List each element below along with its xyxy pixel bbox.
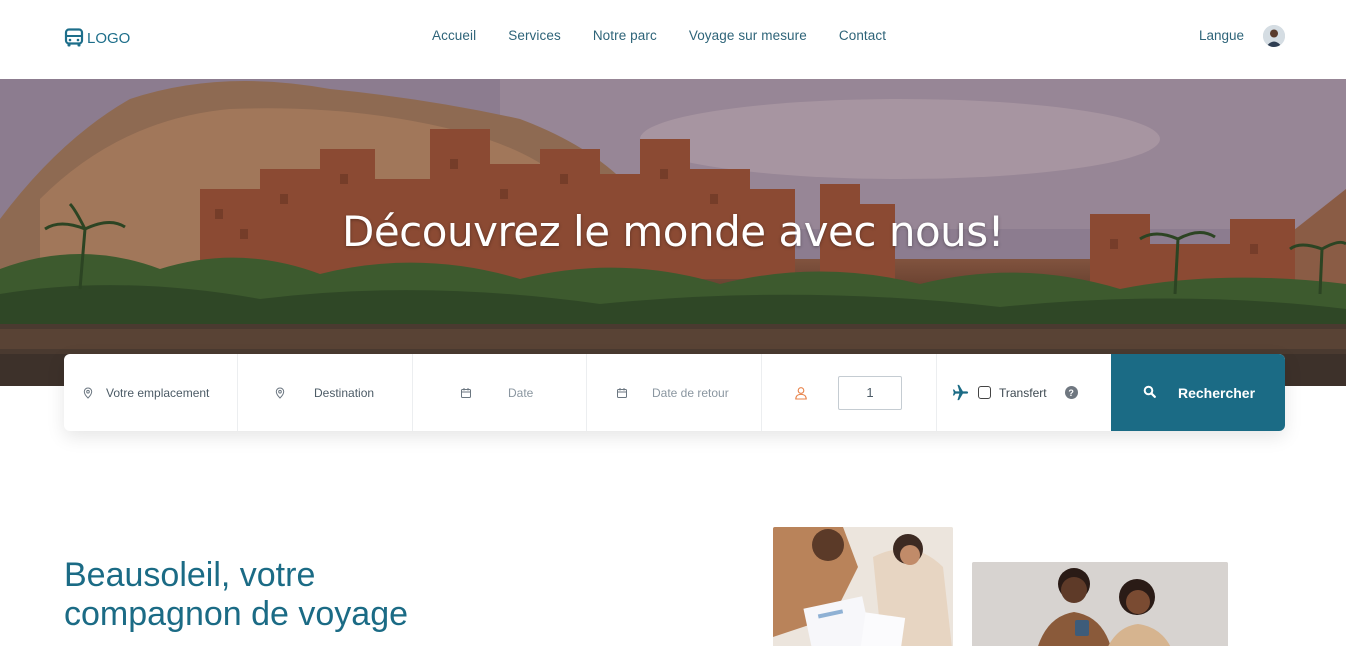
hero-banner: Découvrez le monde avec nous! bbox=[0, 79, 1346, 386]
about-title-line2: compagnon de voyage bbox=[64, 595, 409, 633]
passengers-input[interactable]: 1 bbox=[838, 375, 902, 410]
return-calendar-icon bbox=[616, 387, 628, 399]
nav-link-accueil[interactable]: Accueil bbox=[432, 28, 476, 43]
bus-icon bbox=[64, 28, 84, 48]
hero-title: Découvrez le monde avec nous! bbox=[342, 207, 1005, 256]
main-menu: Accueil Services Notre parc Voyage sur m… bbox=[432, 28, 886, 43]
location-placeholder: Votre emplacement bbox=[106, 385, 210, 400]
top-navbar: LOGO Accueil Services Notre parc Voyage … bbox=[0, 0, 1346, 79]
about-title-line1: Beausoleil, votre bbox=[64, 556, 316, 594]
help-icon[interactable]: ? bbox=[1064, 386, 1078, 399]
airplane-icon bbox=[951, 383, 970, 402]
nav-link-contact[interactable]: Contact bbox=[839, 28, 886, 43]
return-date-field[interactable]: Date de retour bbox=[587, 354, 762, 431]
nav-link-services[interactable]: Services bbox=[508, 28, 561, 43]
calendar-icon bbox=[460, 387, 472, 399]
location-field[interactable]: Votre emplacement bbox=[64, 354, 238, 431]
destination-placeholder: Destination bbox=[314, 385, 375, 400]
return-date-placeholder: Date de retour bbox=[652, 385, 729, 400]
nav-link-notre-parc[interactable]: Notre parc bbox=[593, 28, 657, 43]
search-button[interactable]: Rechercher bbox=[1111, 354, 1285, 431]
team-smiling-photo bbox=[972, 562, 1228, 646]
date-field[interactable]: Date bbox=[413, 354, 587, 431]
search-icon bbox=[1143, 385, 1156, 401]
team-working-photo bbox=[773, 527, 953, 646]
logo-text: LOGO bbox=[87, 29, 131, 47]
destination-field[interactable]: Destination bbox=[238, 354, 413, 431]
nav-link-voyage-sur-mesure[interactable]: Voyage sur mesure bbox=[689, 28, 807, 43]
search-bar: Votre emplacement Destination Date Date … bbox=[64, 354, 1285, 431]
language-selector[interactable]: Langue bbox=[1199, 28, 1244, 43]
logo[interactable]: LOGO bbox=[64, 28, 130, 48]
passengers-field: 1 bbox=[762, 354, 937, 431]
user-avatar[interactable] bbox=[1263, 25, 1285, 47]
location-pin-icon bbox=[82, 386, 94, 399]
transfer-label: Transfert bbox=[999, 385, 1047, 400]
person-icon bbox=[794, 386, 808, 400]
destination-pin-icon bbox=[274, 386, 286, 399]
search-button-label: Rechercher bbox=[1178, 384, 1256, 401]
transfer-checkbox[interactable] bbox=[978, 386, 991, 399]
date-placeholder: Date bbox=[508, 385, 534, 400]
transfer-option: Transfert ? bbox=[937, 354, 1111, 431]
about-title: Beausoleil, votre compagnon de voyage bbox=[64, 556, 408, 634]
